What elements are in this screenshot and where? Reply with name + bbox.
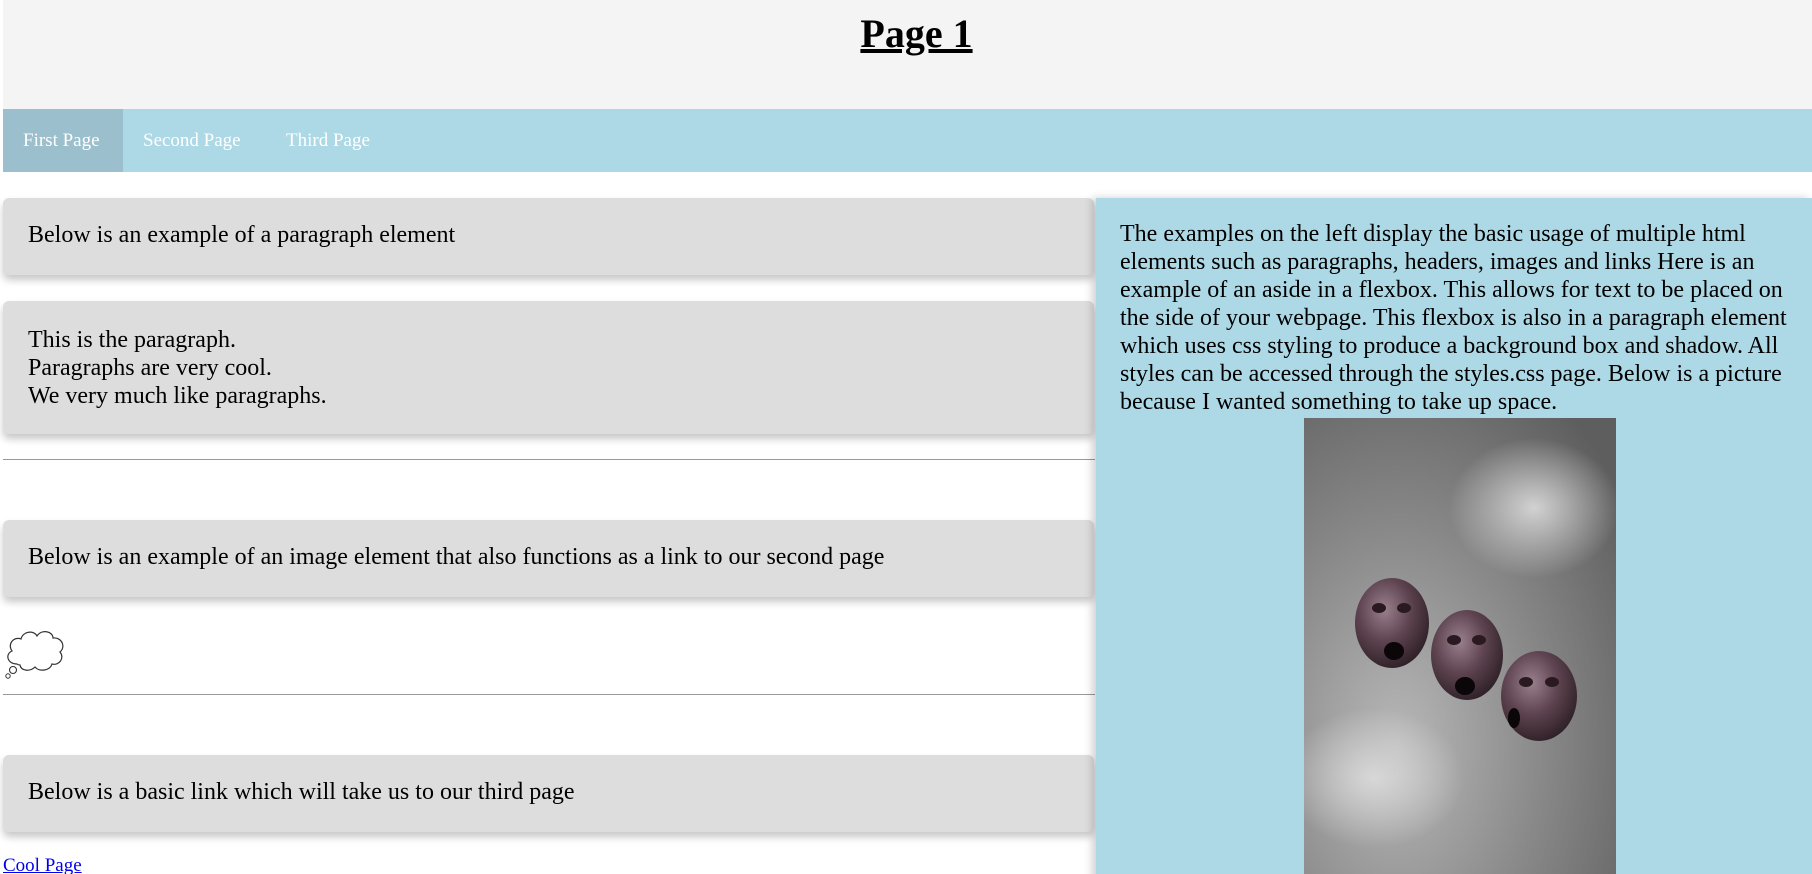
cool-page-link[interactable]: Cool Page — [3, 855, 82, 874]
link-intro-card: Below is a basic link which will take us… — [3, 755, 1094, 832]
mask-middle — [1431, 610, 1503, 700]
nav-second-page[interactable]: Second Page — [123, 109, 261, 172]
three-masks-image — [1304, 418, 1616, 874]
paragraph-line: This is the paragraph. — [28, 327, 236, 353]
navbar: First Page Second Page Third Page — [3, 109, 1812, 172]
aside-panel: The examples on the left display the bas… — [1096, 198, 1812, 874]
thought-bubble-image-link[interactable] — [3, 624, 67, 680]
image-intro-text: Below is an example of an image element … — [28, 544, 885, 570]
page-title: Page 1 — [860, 11, 973, 56]
divider — [3, 459, 1095, 460]
paragraph-intro-text: Below is an example of a paragraph eleme… — [28, 222, 456, 248]
mask-left — [1355, 578, 1429, 668]
thought-bubble-icon — [5, 631, 64, 679]
nav-third-page[interactable]: Third Page — [266, 109, 390, 172]
paragraph-line: We very much like paragraphs. — [28, 383, 327, 409]
nav-first-page[interactable]: First Page — [3, 109, 123, 172]
paragraph-line: Paragraphs are very cool. — [28, 355, 272, 381]
image-intro-card: Below is an example of an image element … — [3, 520, 1094, 597]
paragraph-intro-card: Below is an example of a paragraph eleme… — [3, 198, 1094, 275]
divider — [3, 694, 1095, 695]
page: Page 1 First Page Second Page Third Page… — [0, 0, 1812, 874]
link-intro-text: Below is a basic link which will take us… — [28, 779, 575, 805]
aside-text: The examples on the left display the bas… — [1120, 221, 1787, 415]
paragraph-example-card: This is the paragraph. Paragraphs are ve… — [3, 301, 1094, 434]
header: Page 1 — [3, 0, 1812, 109]
mask-right — [1501, 651, 1577, 741]
